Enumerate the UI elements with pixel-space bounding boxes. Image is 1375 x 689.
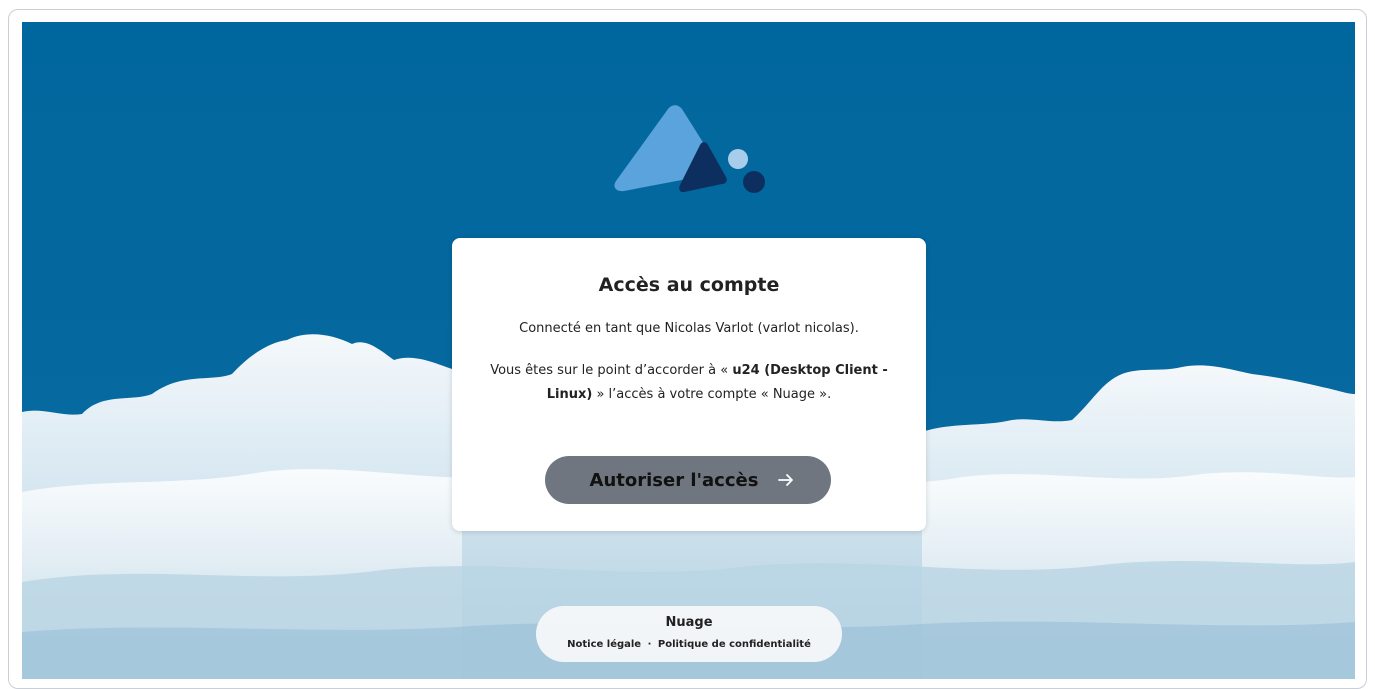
arrow-right-icon — [778, 474, 794, 486]
authorize-access-label: Autoriser l'accès — [589, 469, 759, 491]
authorize-access-button[interactable]: Autoriser l'accès — [545, 456, 831, 504]
footer-links: Notice légale · Politique de confidentia… — [536, 639, 842, 650]
footer-separator: · — [647, 639, 652, 650]
grant-access-text: Vous êtes sur le point d’accorder à « u2… — [482, 359, 896, 407]
footer-site-name: Nuage — [665, 615, 713, 630]
privacy-policy-link[interactable]: Politique de confidentialité — [658, 639, 811, 650]
authorization-card: Accès au compte Connecté en tant que Nic… — [452, 238, 926, 531]
connected-as-text: Connecté en tant que Nicolas Varlot (var… — [519, 321, 859, 336]
login-page: Accès au compte Connecté en tant que Nic… — [22, 22, 1355, 679]
grant-prefix: Vous êtes sur le point d’accorder à « — [490, 363, 733, 378]
grant-middle: » l’accès à votre compte « — [592, 387, 773, 402]
legal-notice-link[interactable]: Notice légale — [567, 639, 641, 650]
footer: Nuage Notice légale · Politique de confi… — [536, 606, 842, 662]
grant-suffix: ». — [815, 387, 832, 402]
account-name: Nuage — [772, 387, 816, 402]
nuage-logo-icon — [614, 105, 765, 193]
card-title: Accès au compte — [598, 274, 780, 296]
